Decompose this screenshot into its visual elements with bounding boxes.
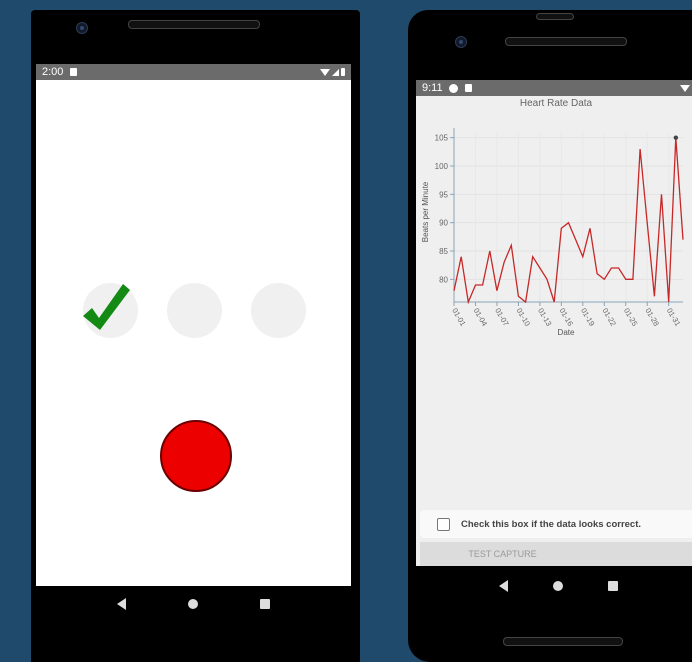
signal-icon [332, 68, 339, 76]
x-axis-title: Date [558, 328, 575, 337]
app-screen [36, 80, 351, 586]
y-tick-label: 95 [439, 190, 448, 199]
back-icon[interactable] [117, 598, 126, 610]
x-tick-label: 01-19 [579, 307, 596, 328]
status-bar: 9:11 [416, 80, 692, 96]
checkbox-label: Check this box if the data looks correct… [461, 518, 642, 530]
x-tick-label: 01-16 [558, 307, 575, 328]
nav-bar [36, 586, 351, 622]
heart-rate-chart: 105 100 95 90 85 80 01-01 01-04 01-07 01-10 01-13 0… [421, 128, 684, 337]
x-tick-label: 01-28 [643, 307, 660, 328]
x-tick-label: 01-13 [536, 307, 553, 328]
speaker-grille [128, 20, 260, 29]
heart-rate-series-line [453, 137, 684, 305]
test-capture-button[interactable]: TEST CAPTURE [420, 542, 692, 566]
x-tick-label: 01-01 [450, 307, 467, 328]
status-time: 2:00 [42, 66, 64, 78]
bottom-speaker-grille [503, 637, 623, 646]
right-phone: 9:11 Heart Rate Data 105 100 95 90 85 80 01-01… [408, 10, 692, 662]
x-tick-label: 01-22 [601, 307, 618, 328]
front-camera [76, 22, 88, 34]
earpiece [536, 13, 574, 20]
capture-button-label: TEST CAPTURE [468, 549, 537, 559]
confirm-row: Check this box if the data looks correct… [420, 510, 692, 538]
y-tick-label: 100 [435, 162, 449, 171]
y-tick-label: 105 [435, 134, 449, 143]
data-correct-checkbox[interactable] [437, 517, 450, 531]
left-phone: 2:00 [31, 10, 360, 662]
x-tick-label: 01-07 [493, 307, 510, 328]
y-tick-label: 90 [439, 219, 448, 228]
recents-icon[interactable] [608, 581, 619, 591]
x-tick-label: 01-04 [472, 307, 489, 328]
record-button[interactable] [160, 420, 232, 492]
home-icon[interactable] [188, 599, 198, 609]
checkmark-icon [83, 284, 130, 330]
status-time: 9:11 [422, 82, 443, 94]
home-icon[interactable] [552, 581, 563, 591]
back-icon[interactable] [498, 580, 508, 592]
x-tick-label: 01-31 [665, 307, 682, 328]
y-axis-title: Beats per Minute [421, 181, 430, 242]
progress-dot-2 [167, 283, 222, 338]
chart-title: Heart Rate Data [519, 98, 593, 109]
nav-bar [416, 566, 692, 606]
speaker-grille [505, 37, 627, 46]
progress-dot-1 [83, 283, 138, 338]
x-tick-label: 01-25 [622, 307, 639, 328]
app-notification-icon [448, 83, 458, 93]
wifi-icon [680, 84, 690, 92]
x-tick-label: 01-10 [515, 307, 532, 328]
progress-dot-3 [251, 283, 306, 338]
battery-icon [341, 68, 345, 76]
front-camera [455, 36, 467, 48]
recents-icon[interactable] [260, 599, 270, 609]
max-point-marker [673, 135, 679, 140]
app-screen: Heart Rate Data 105 100 95 90 85 80 01-01 01-04… [416, 96, 692, 566]
notification-icon [70, 68, 78, 76]
status-bar: 2:00 [36, 64, 351, 80]
y-tick-label: 80 [439, 275, 448, 284]
y-tick-label: 85 [439, 247, 448, 256]
notification-icon [464, 84, 472, 92]
checkmark-shape [83, 284, 130, 330]
wifi-icon [320, 68, 330, 76]
